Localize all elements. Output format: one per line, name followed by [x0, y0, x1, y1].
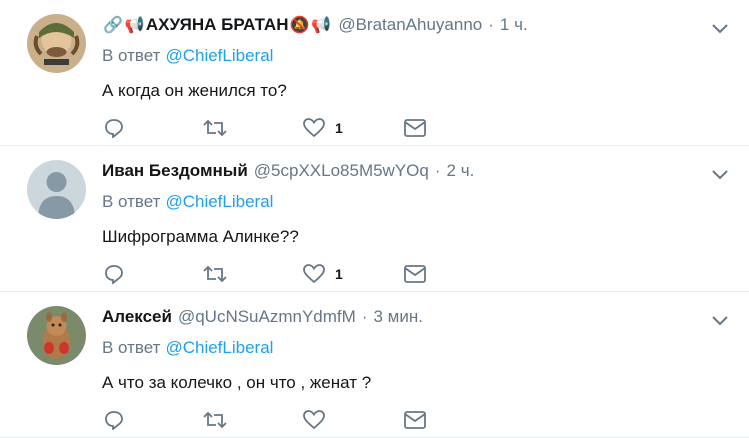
avatar[interactable]: [27, 14, 86, 73]
retweet-button[interactable]: [203, 263, 227, 285]
muted-bell-icon: 🔕: [289, 17, 310, 34]
like-count: 1: [335, 266, 343, 282]
reply-button[interactable]: [104, 409, 124, 431]
display-name[interactable]: Алексей: [102, 307, 172, 327]
direct-message-button[interactable]: [404, 263, 426, 285]
like-button[interactable]: 1: [303, 263, 343, 285]
display-name[interactable]: 🔗 📢АХУЯНА БРАТАН🔕 📢: [102, 15, 332, 35]
mention-link[interactable]: @ChiefLiberal: [165, 46, 273, 65]
retweet-button[interactable]: [203, 409, 227, 431]
tweet[interactable]: 🔗 📢АХУЯНА БРАТАН🔕 📢 @BratanAhuyanno · 1 ч.…: [0, 0, 749, 146]
reply-button[interactable]: [104, 117, 124, 139]
user-handle[interactable]: @qUcNSuAzmnYdmfM: [178, 307, 356, 327]
reply-prefix: В ответ: [102, 338, 161, 357]
like-button[interactable]: 1: [303, 117, 343, 139]
user-handle[interactable]: @5cpXXLo85M5wYOq: [254, 161, 429, 181]
retweet-icon: [203, 411, 227, 429]
reply-context: В ответ @ChiefLiberal: [102, 190, 729, 214]
retweet-icon: [203, 119, 227, 137]
reply-icon: [105, 265, 123, 284]
timestamp[interactable]: 3 мин.: [373, 307, 422, 327]
reply-context: В ответ @ChiefLiberal: [102, 336, 729, 360]
like-count: 1: [335, 120, 343, 136]
envelope-icon: [404, 411, 426, 429]
tweet[interactable]: Алексей @qUcNSuAzmnYdmfM · 3 мин. В отве…: [0, 292, 749, 438]
retweet-icon: [203, 265, 227, 283]
heart-icon: [303, 118, 325, 138]
reply-prefix: В ответ: [102, 46, 161, 65]
chevron-down-icon[interactable]: [711, 22, 729, 36]
like-button[interactable]: [303, 409, 335, 431]
avatar[interactable]: [27, 160, 86, 219]
reply-icon: [105, 411, 123, 430]
envelope-icon: [404, 119, 426, 137]
link-icon: 🔗: [103, 17, 123, 34]
tweet-text: А что за колечко , он что , женат ?: [102, 373, 372, 392]
heart-icon: [303, 410, 325, 430]
mention-link[interactable]: @ChiefLiberal: [165, 338, 273, 357]
tweet-text: А когда он женился то?: [102, 81, 287, 100]
megaphone-icon: 📢: [124, 17, 145, 34]
retweet-button[interactable]: [203, 117, 227, 139]
reply-icon: [105, 119, 123, 138]
envelope-icon: [404, 265, 426, 283]
direct-message-button[interactable]: [404, 117, 426, 139]
display-name[interactable]: Иван Бездомный: [102, 161, 248, 181]
tweet-text: Шифрограмма Алинке??: [102, 227, 299, 246]
avatar[interactable]: [27, 306, 86, 365]
heart-icon: [303, 264, 325, 284]
timestamp[interactable]: 1 ч.: [500, 15, 528, 35]
reply-context: В ответ @ChiefLiberal: [102, 44, 729, 68]
mention-link[interactable]: @ChiefLiberal: [165, 192, 273, 211]
reply-button[interactable]: [104, 263, 124, 285]
separator-dot: ·: [434, 161, 441, 180]
separator-dot: ·: [361, 307, 368, 326]
separator-dot: ·: [488, 15, 494, 34]
megaphone-icon: 📢: [311, 17, 332, 34]
reply-prefix: В ответ: [102, 192, 161, 211]
timestamp[interactable]: 2 ч.: [447, 161, 475, 181]
user-handle[interactable]: @BratanAhuyanno: [338, 15, 482, 35]
chevron-down-icon[interactable]: [711, 314, 729, 328]
tweet[interactable]: Иван Бездомный @5cpXXLo85M5wYOq · 2 ч. В…: [0, 146, 749, 292]
direct-message-button[interactable]: [404, 409, 426, 431]
chevron-down-icon[interactable]: [711, 168, 729, 182]
